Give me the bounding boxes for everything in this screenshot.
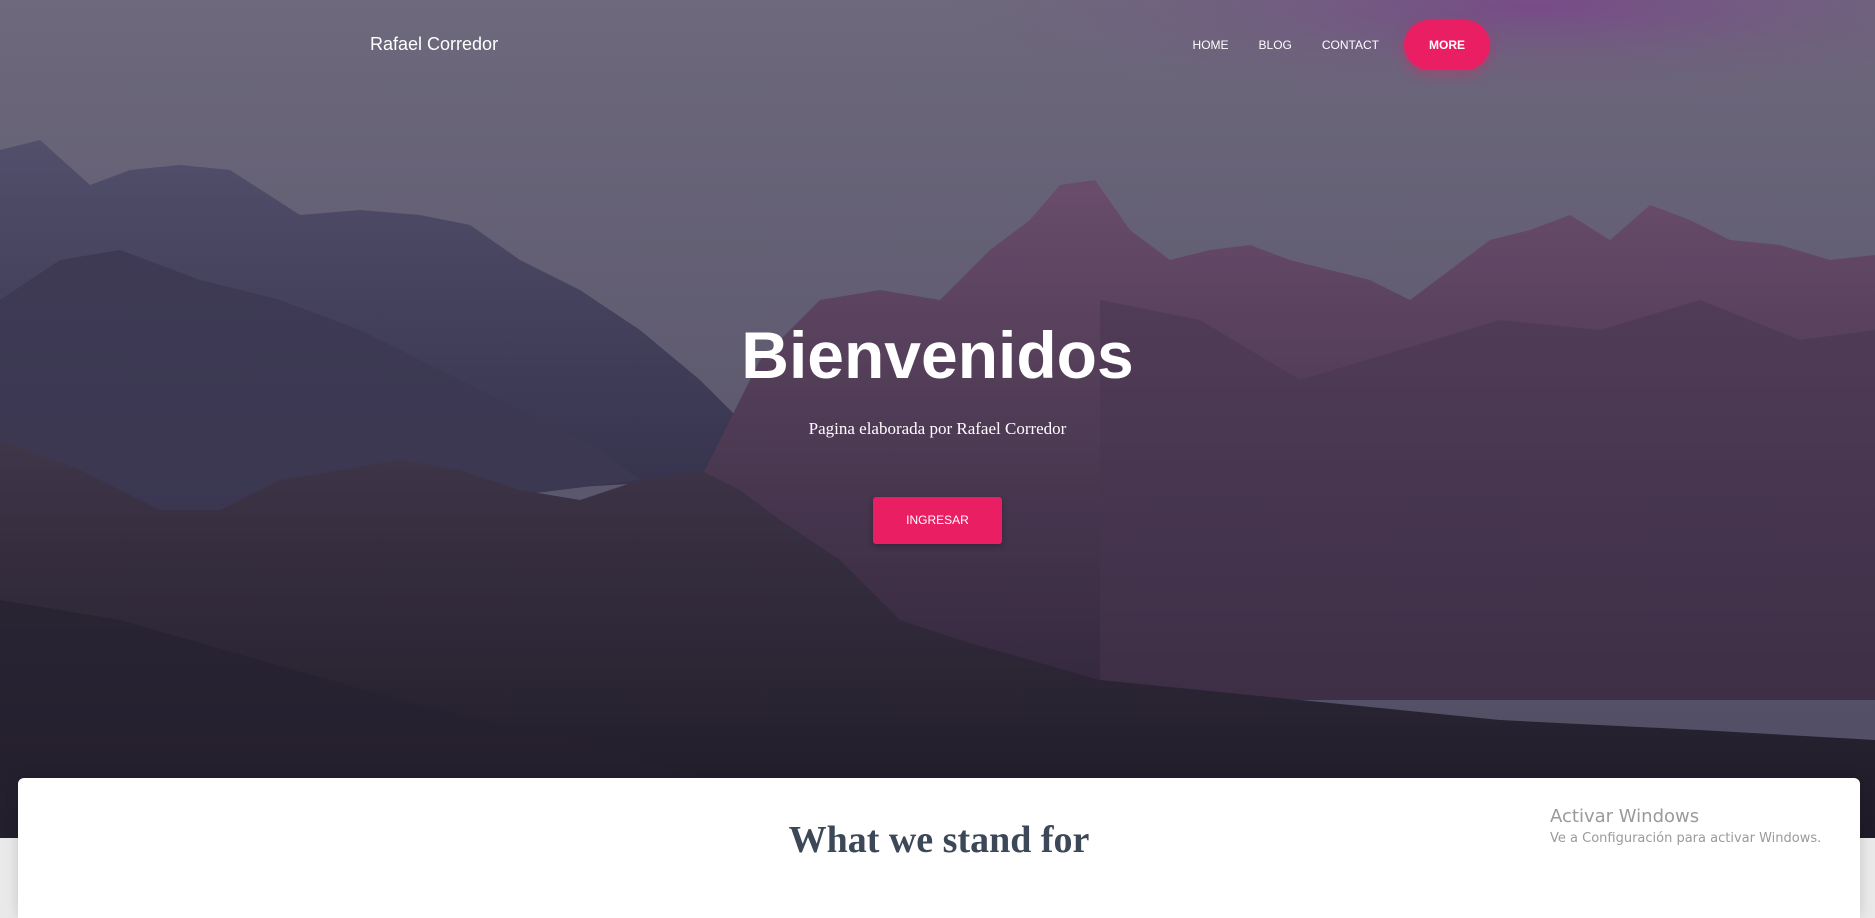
hero-section: Rafael Corredor HOME BLOG CONTACT MORE B… (0, 0, 1875, 838)
hero-title: Bienvenidos (741, 318, 1134, 392)
brand-link[interactable]: Rafael Corredor (370, 34, 498, 55)
watermark-subtitle: Ve a Configuración para activar Windows. (1550, 831, 1822, 846)
hero-subtitle: Pagina elaborada por Rafael Corredor (808, 419, 1067, 438)
nav-blog-link[interactable]: BLOG (1244, 20, 1307, 70)
hero-content: Bienvenidos Pagina elaborada por Rafael … (0, 315, 1875, 544)
nav-links: HOME BLOG CONTACT MORE (1178, 20, 1490, 70)
nav-home-link[interactable]: HOME (1178, 20, 1244, 70)
watermark-title: Activar Windows (1550, 806, 1700, 827)
ingresar-button[interactable]: INGRESAR (873, 497, 1002, 544)
nav-contact-link[interactable]: CONTACT (1307, 20, 1394, 70)
navbar: Rafael Corredor HOME BLOG CONTACT MORE (0, 0, 1875, 90)
windows-activation-watermark: Activar Windows Ve a Configuración para … (1550, 805, 1821, 849)
more-button[interactable]: MORE (1404, 20, 1490, 70)
